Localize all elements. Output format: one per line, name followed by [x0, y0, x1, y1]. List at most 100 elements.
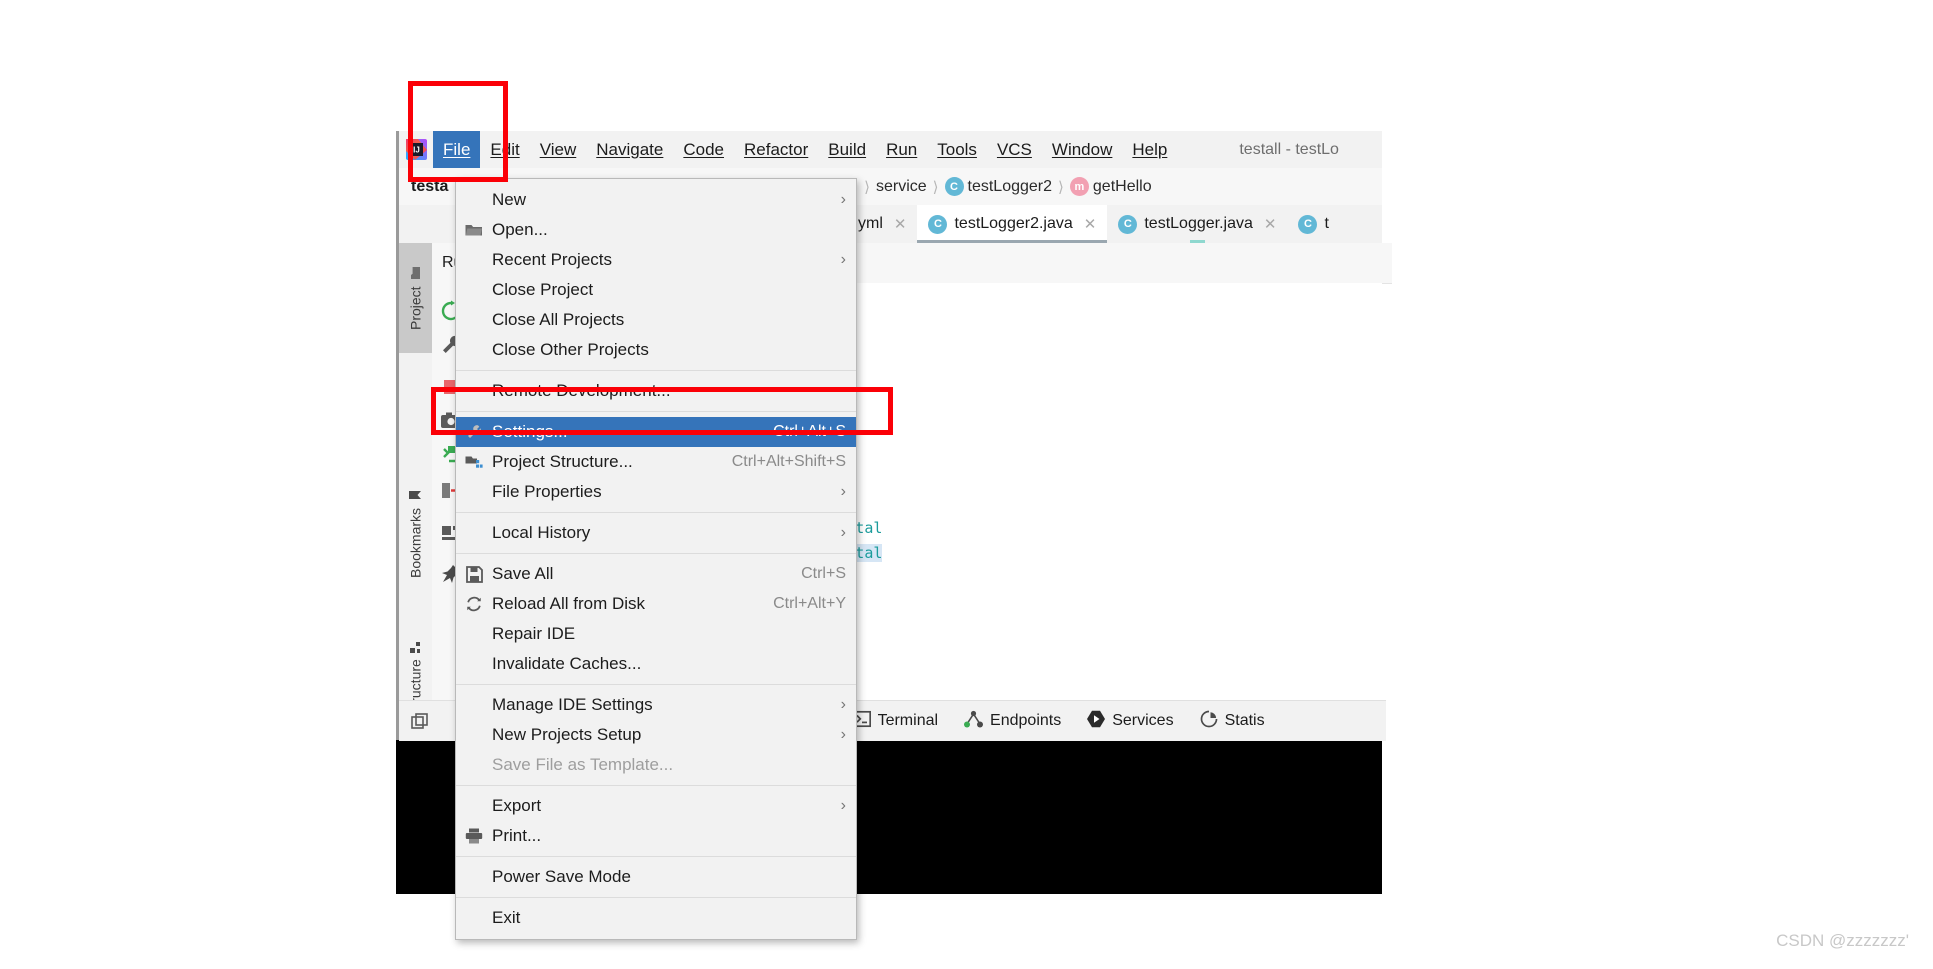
menu-build[interactable]: Build [818, 131, 876, 168]
editor-tab-testlogger2[interactable]: C testLogger2.java ✕ [917, 205, 1108, 243]
menu-item-invalidate-caches[interactable]: Invalidate Caches... [456, 649, 856, 679]
menu-tools[interactable]: Tools [927, 131, 987, 168]
menu-separator [456, 897, 856, 898]
menu-item-close-other-projects[interactable]: Close Other Projects [456, 335, 856, 365]
menu-item-remote-development-label: Remote Development... [492, 381, 671, 400]
menu-item-open[interactable]: Open... [456, 215, 856, 245]
menu-item-recent-projects-label: Recent Projects [492, 250, 612, 269]
menu-item-exit-label: Exit [492, 908, 521, 927]
menu-item-close-all-projects[interactable]: Close All Projects [456, 305, 856, 335]
endpoints-icon [964, 710, 984, 733]
tool-button-terminal-label: Terminal [877, 712, 939, 729]
tool-button-terminal[interactable]: Terminal [852, 710, 939, 733]
services-play-icon [1087, 710, 1106, 733]
intellij-idea-logo-icon[interactable]: IJ [399, 131, 433, 168]
menu-item-close-project[interactable]: Close Project [456, 275, 856, 305]
menu-item-power-save-mode[interactable]: Power Save Mode [456, 862, 856, 892]
menu-file-label: File [443, 140, 471, 159]
menu-separator [456, 553, 856, 554]
class-badge-icon: C [944, 177, 964, 196]
menu-separator [456, 512, 856, 513]
breadcrumb-chevron-icon: ⟩ [1058, 178, 1064, 196]
menu-item-reload-all-from-disk-shortcut: Ctrl+Alt+Y [773, 595, 846, 612]
sidebar-item-project[interactable]: Project [399, 243, 432, 353]
editor-tab-testlogger[interactable]: C testLogger.java ✕ [1107, 205, 1287, 243]
menu-separator [456, 370, 856, 371]
method-badge-icon: m [1069, 177, 1089, 196]
tool-button-endpoints-label: Endpoints [990, 712, 1062, 729]
menu-item-new-projects-setup[interactable]: New Projects Setup › [456, 720, 856, 750]
menu-item-settings[interactable]: Settings... Ctrl+Alt+S [456, 417, 856, 447]
menu-item-print-label: Print... [492, 826, 542, 845]
tool-button-services[interactable]: Services [1087, 710, 1174, 733]
menu-item-close-all-projects-label: Close All Projects [492, 310, 625, 329]
chevron-right-icon: › [840, 726, 846, 743]
folder-open-icon [456, 222, 492, 238]
status-editor-button[interactable] [403, 712, 436, 730]
close-icon[interactable]: ✕ [1084, 215, 1097, 233]
menu-item-reload-all-from-disk[interactable]: Reload All from Disk Ctrl+Alt+Y [456, 589, 856, 619]
menu-separator [456, 856, 856, 857]
folder-icon [411, 267, 421, 280]
menu-run[interactable]: Run [876, 131, 927, 168]
menu-item-file-properties[interactable]: File Properties › [456, 477, 856, 507]
save-icon [456, 565, 492, 583]
sidebar-item-bookmarks[interactable]: Bookmarks [399, 463, 432, 603]
menu-view-label: View [539, 140, 577, 159]
menu-window[interactable]: Window [1042, 131, 1122, 168]
menu-help[interactable]: Help [1122, 131, 1177, 168]
menu-item-repair-ide[interactable]: Repair IDE [456, 619, 856, 649]
menu-navigate[interactable]: Navigate [586, 131, 673, 168]
menu-item-settings-shortcut: Ctrl+Alt+S [773, 423, 846, 440]
menu-file[interactable]: File [433, 131, 481, 168]
breadcrumb-item-class[interactable]: C testLogger2 [944, 177, 1052, 196]
statistics-pie-icon [1200, 710, 1218, 733]
menu-item-close-other-projects-label: Close Other Projects [492, 340, 649, 359]
menu-item-save-all[interactable]: Save All Ctrl+S [456, 559, 856, 589]
menu-tools-label: Tools [937, 140, 977, 159]
menu-navigate-label: Navigate [596, 140, 664, 159]
menu-run-label: Run [886, 140, 918, 159]
breadcrumb-chevron-icon: ⟩ [932, 178, 939, 196]
left-tool-stripe: Project Bookmarks Structure [399, 243, 433, 740]
menu-build-label: Build [828, 140, 867, 159]
menu-item-exit[interactable]: Exit [456, 903, 856, 933]
menu-item-export[interactable]: Export › [456, 791, 856, 821]
window-title: testall - testLo [1239, 140, 1339, 158]
tool-button-services-label: Services [1112, 712, 1174, 729]
chevron-right-icon: › [840, 483, 846, 500]
class-badge-icon: C [1118, 214, 1138, 234]
menu-refactor[interactable]: Refactor [734, 131, 818, 168]
chevron-right-icon: › [840, 251, 846, 268]
editor-tab-partial[interactable]: C t [1287, 205, 1339, 243]
menu-item-local-history[interactable]: Local History › [456, 518, 856, 548]
close-icon[interactable]: ✕ [1264, 215, 1277, 233]
menu-bar: IJ File Edit View Navigate Code Refactor… [399, 131, 1382, 169]
menu-item-new-label: New [492, 190, 527, 209]
menu-item-save-file-as-template: Save File as Template... [456, 750, 856, 780]
menu-vcs[interactable]: VCS [987, 131, 1042, 168]
menu-item-manage-ide-settings[interactable]: Manage IDE Settings › [456, 690, 856, 720]
menu-item-power-save-mode-label: Power Save Mode [492, 867, 631, 886]
tool-button-endpoints[interactable]: Endpoints [964, 710, 1061, 733]
print-icon [456, 828, 492, 844]
breadcrumb-item-method[interactable]: m getHello [1069, 177, 1152, 196]
menu-edit[interactable]: Edit [480, 131, 529, 168]
menu-item-recent-projects[interactable]: Recent Projects › [456, 245, 856, 275]
menu-view[interactable]: View [530, 131, 587, 168]
breadcrumb-item-package[interactable]: service [876, 178, 927, 196]
editor-icon [411, 712, 428, 729]
menu-item-print[interactable]: Print... [456, 821, 856, 851]
menu-item-repair-ide-label: Repair IDE [492, 624, 576, 643]
project-name-label: testa [411, 178, 449, 195]
menu-item-save-all-shortcut: Ctrl+S [801, 565, 846, 582]
menu-item-save-file-as-template-label: Save File as Template... [492, 755, 674, 774]
menu-item-new[interactable]: New › [456, 185, 856, 215]
tool-button-statistics[interactable]: Statis [1200, 710, 1265, 733]
menu-item-project-structure-shortcut: Ctrl+Alt+Shift+S [731, 453, 846, 470]
menu-item-remote-development[interactable]: Remote Development... [456, 376, 856, 406]
menu-code[interactable]: Code [673, 131, 734, 168]
menu-item-project-structure[interactable]: Project Structure... Ctrl+Alt+Shift+S [456, 447, 856, 477]
close-icon[interactable]: ✕ [894, 215, 907, 233]
class-badge-icon: C [1298, 214, 1318, 234]
